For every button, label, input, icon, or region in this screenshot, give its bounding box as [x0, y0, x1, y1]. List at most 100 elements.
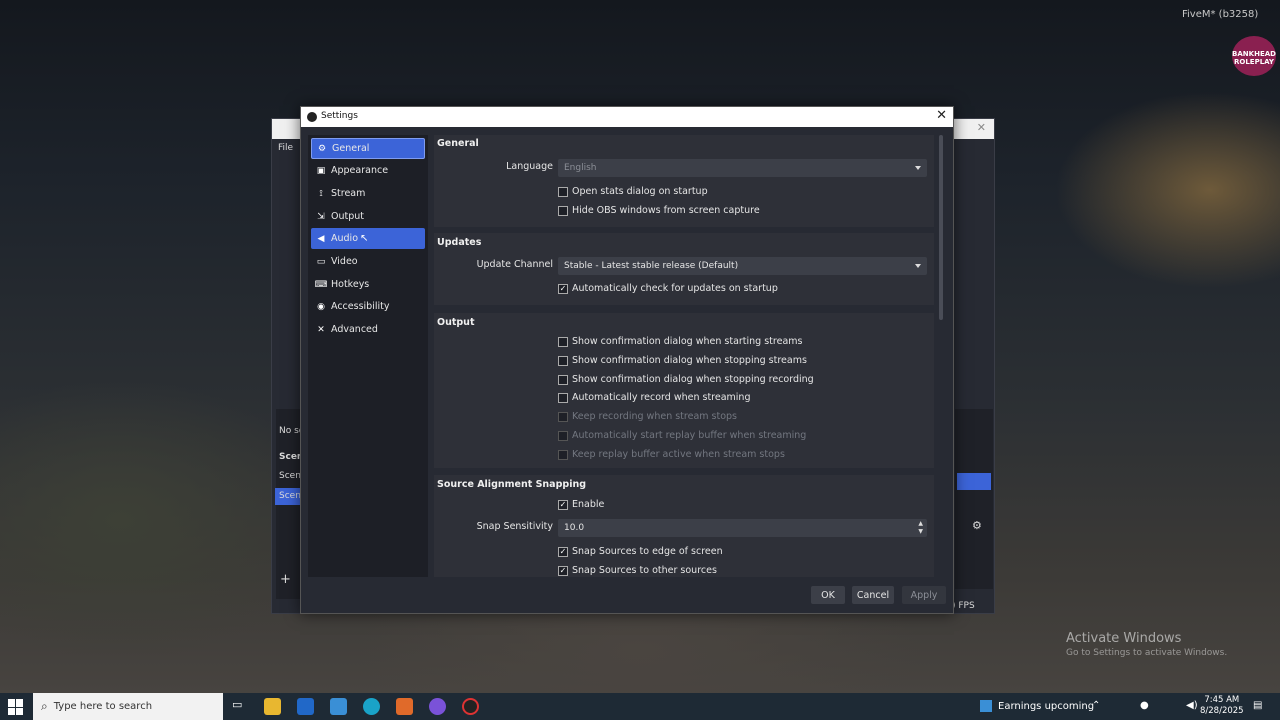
antenna-icon: ⟟: [319, 188, 323, 199]
output-option-checkbox[interactable]: [558, 392, 568, 403]
snap-enable-checkbox[interactable]: ✓: [558, 499, 568, 510]
ok-button[interactable]: OK: [811, 586, 845, 604]
output-option-row[interactable]: Show confirmation dialog when stopping s…: [558, 355, 807, 366]
sidebar-item-audio[interactable]: ◀ Audio ↖: [311, 228, 425, 249]
sidebar-item-advanced[interactable]: ✕ Advanced: [311, 319, 425, 340]
section-title-output: Output: [437, 317, 475, 328]
spin-arrows-icon[interactable]: ▲ ▼: [918, 520, 923, 536]
settings-gear-icon[interactable]: ⚙: [972, 519, 982, 532]
file-explorer-icon[interactable]: [264, 698, 281, 715]
hide-obs-label: Hide OBS windows from screen capture: [572, 205, 760, 216]
sidebar-item-label: Video: [331, 256, 358, 267]
microphone-icon[interactable]: ●: [1140, 700, 1149, 711]
output-option-row[interactable]: Automatically record when streaming: [558, 392, 751, 403]
scrollbar-thumb[interactable]: [939, 135, 943, 320]
add-scene-icon[interactable]: +: [280, 572, 291, 587]
close-icon[interactable]: ✕: [936, 108, 947, 123]
settings-titlebar: Settings ✕: [301, 107, 953, 127]
output-option-checkbox[interactable]: [558, 374, 568, 385]
output-option-label: Keep replay buffer active when stream st…: [572, 449, 785, 460]
sidebar-item-general[interactable]: ⚙ General: [311, 138, 425, 159]
output-option-checkbox[interactable]: [558, 355, 568, 366]
taskbar: ⌕ Type here to search ▭ Earnings upcomin…: [0, 693, 1280, 720]
sidebar-item-label: Stream: [331, 188, 366, 199]
auto-check-row[interactable]: ✓ Automatically check for updates on sta…: [558, 283, 778, 294]
open-stats-label: Open stats dialog on startup: [572, 186, 708, 197]
earnings-label: Earnings upcoming: [998, 700, 1095, 712]
obs-logo-icon: [307, 112, 317, 122]
menu-file[interactable]: File: [278, 143, 293, 153]
sidebar-item-stream[interactable]: ⟟ Stream: [311, 183, 425, 204]
snap-other-label: Snap Sources to other sources: [572, 565, 717, 576]
content-scrollbar[interactable]: [937, 135, 945, 577]
store-icon[interactable]: [297, 698, 314, 715]
section-title-general: General: [437, 138, 479, 149]
settings-dialog: Settings ✕ ⚙ General ▣ Appearance ⟟ Stre…: [300, 106, 954, 614]
output-option-label: Show confirmation dialog when stopping s…: [572, 355, 807, 366]
snap-enable-label: Enable: [572, 499, 605, 510]
snap-other-row[interactable]: ✓ Snap Sources to other sources: [558, 565, 717, 576]
section-title-updates: Updates: [437, 237, 482, 248]
output-option-label: Automatically start replay buffer when s…: [572, 430, 807, 441]
auto-check-label: Automatically check for updates on start…: [572, 283, 778, 294]
updates-section: Updates Update Channel Stable - Latest s…: [434, 233, 934, 305]
wrench-icon: ✕: [317, 324, 325, 335]
hide-obs-row[interactable]: Hide OBS windows from screen capture: [558, 205, 760, 216]
snap-edge-row[interactable]: ✓ Snap Sources to edge of screen: [558, 546, 723, 557]
speaker-icon: ◀: [317, 233, 325, 244]
update-channel-value: Stable - Latest stable release (Default): [564, 261, 739, 271]
general-section: General Language English Open stats dial…: [434, 135, 934, 227]
snap-enable-row[interactable]: ✓ Enable: [558, 499, 604, 510]
search-placeholder: Type here to search: [53, 701, 153, 712]
sidebar-item-label: Hotkeys: [331, 279, 370, 290]
sidebar-item-appearance[interactable]: ▣ Appearance: [311, 160, 425, 181]
snap-sensitivity-spinbox[interactable]: 10.0 ▲ ▼: [558, 519, 927, 537]
snap-edge-checkbox[interactable]: ✓: [558, 546, 568, 557]
auto-check-checkbox[interactable]: ✓: [558, 283, 568, 294]
obs-icon[interactable]: [462, 698, 479, 715]
task-view-icon[interactable]: ▭: [232, 698, 249, 715]
open-stats-checkbox[interactable]: [558, 186, 568, 197]
notification-icon[interactable]: ▤: [1253, 700, 1262, 711]
taskbar-search[interactable]: ⌕ Type here to search: [33, 693, 223, 720]
open-stats-row[interactable]: Open stats dialog on startup: [558, 186, 708, 197]
app-icon[interactable]: [429, 698, 446, 715]
sidebar-item-label: General: [332, 143, 370, 154]
sidebar-item-video[interactable]: ▭ Video: [311, 251, 425, 272]
controls-button-selected[interactable]: [957, 473, 991, 490]
tray-chevron-up-icon[interactable]: ⌃: [1092, 700, 1100, 711]
settings-content: General Language English Open stats dial…: [434, 135, 934, 577]
output-option-checkbox: [558, 411, 568, 422]
output-option-row-disabled: Keep recording when stream stops: [558, 411, 737, 422]
snap-other-checkbox[interactable]: ✓: [558, 565, 568, 576]
language-select[interactable]: English: [558, 159, 927, 177]
sidebar-item-output[interactable]: ⇲ Output: [311, 206, 425, 227]
apply-button[interactable]: Apply: [902, 586, 946, 604]
sidebar-item-hotkeys[interactable]: ⌨ Hotkeys: [311, 274, 425, 295]
output-option-checkbox: [558, 449, 568, 460]
output-option-row[interactable]: Show confirmation dialog when stopping r…: [558, 374, 814, 385]
fivem-app-icon[interactable]: [396, 698, 413, 715]
update-channel-select[interactable]: Stable - Latest stable release (Default): [558, 257, 927, 275]
edge-icon[interactable]: [363, 698, 380, 715]
obs-main-close-icon[interactable]: ✕: [977, 121, 986, 134]
scene-item[interactable]: Scen: [279, 471, 301, 481]
windows-start-icon[interactable]: [8, 699, 24, 715]
output-option-checkbox[interactable]: [558, 336, 568, 347]
settings-title: Settings: [321, 111, 358, 121]
volume-icon[interactable]: ◀): [1186, 700, 1198, 711]
output-option-checkbox: [558, 430, 568, 441]
output-option-row[interactable]: Show confirmation dialog when starting s…: [558, 336, 802, 347]
sidebar-item-accessibility[interactable]: ◉ Accessibility: [311, 296, 425, 317]
hide-obs-checkbox[interactable]: [558, 205, 568, 216]
chevron-down-icon: [915, 264, 921, 268]
snap-edge-label: Snap Sources to edge of screen: [572, 546, 723, 557]
clock[interactable]: 7:45 AM 8/28/2025: [1200, 695, 1244, 717]
scene-item-label[interactable]: Scen: [279, 491, 301, 501]
output-section: Output Show confirmation dialog when sta…: [434, 313, 934, 468]
mail-icon[interactable]: [330, 698, 347, 715]
earnings-widget[interactable]: Earnings upcoming: [980, 700, 1094, 712]
cancel-button[interactable]: Cancel: [852, 586, 894, 604]
fps-readout: ) FPS: [952, 601, 975, 611]
language-value: English: [564, 163, 597, 173]
